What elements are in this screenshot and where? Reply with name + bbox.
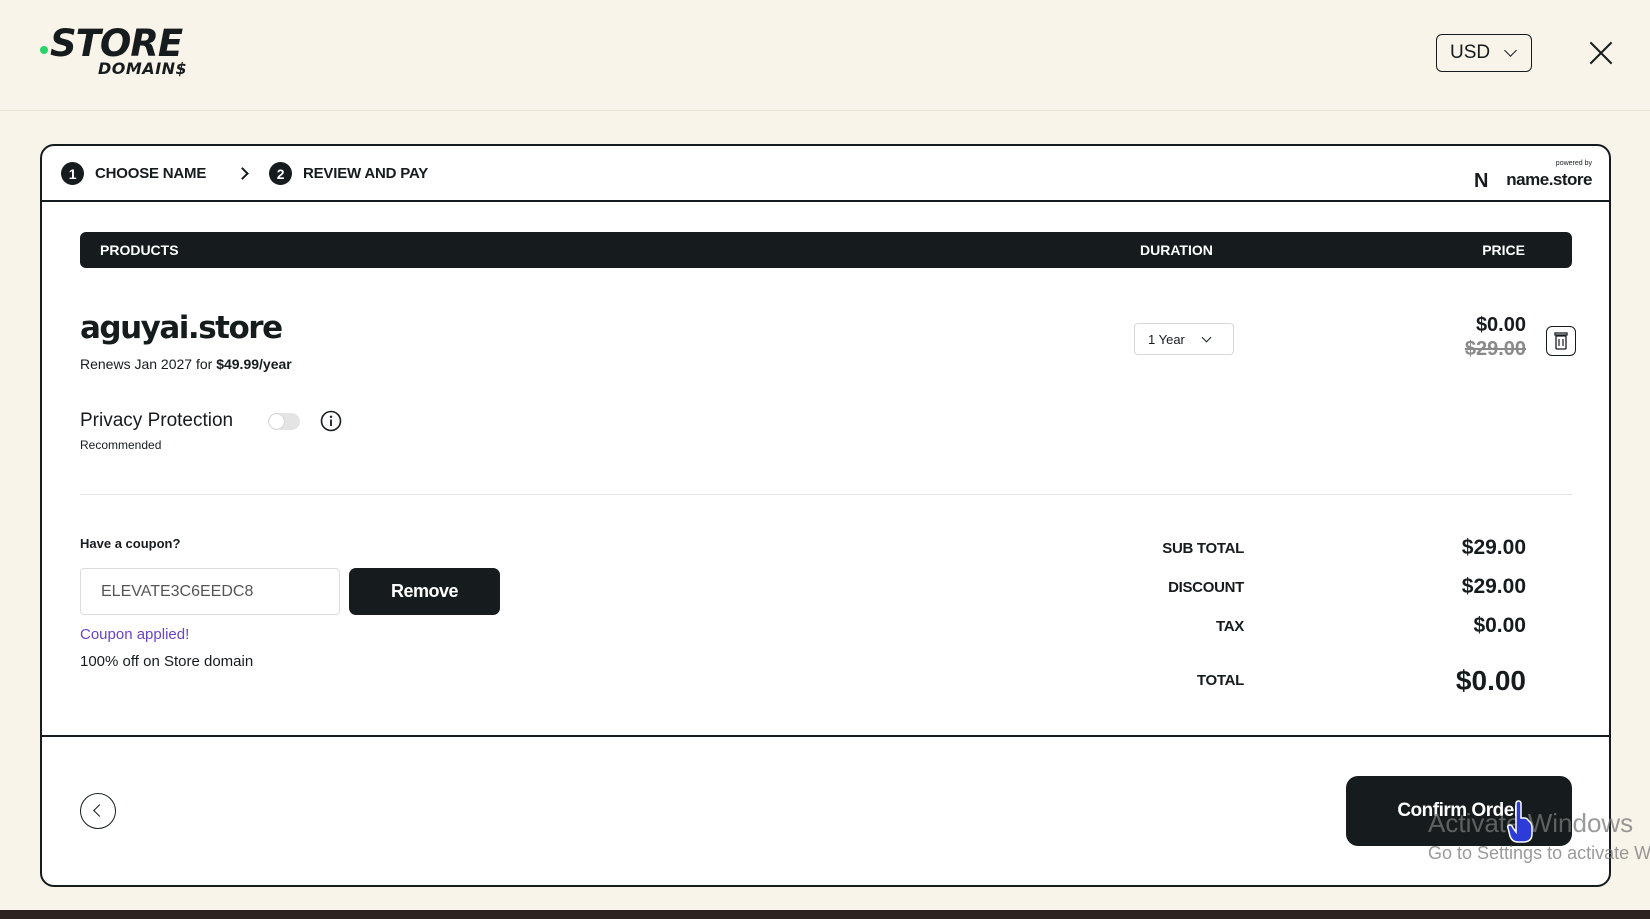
discount-value: $29.00: [1461, 575, 1526, 598]
delete-item-button[interactable]: [1546, 326, 1576, 356]
logo-text-domains: DOMAIN$: [98, 59, 188, 78]
chevron-down-icon: [1504, 44, 1517, 57]
currency-value: USD: [1450, 42, 1491, 63]
privacy-recommended-label: Recommended: [80, 438, 162, 452]
footer-divider: [42, 735, 1609, 737]
powered-by-namestore: powered by N name.store: [1462, 160, 1592, 192]
store-domains-logo[interactable]: STORE DOMAIN$: [38, 24, 228, 84]
step-number: 2: [269, 162, 292, 185]
step-progress-bar: 1 CHOOSE NAME 2 REVIEW AND PAY powered b…: [42, 146, 1609, 202]
duration-value: 1 Year: [1148, 331, 1185, 347]
renewal-price: $49.99/year: [216, 356, 292, 372]
privacy-protection-label: Privacy Protection: [80, 410, 234, 431]
toggle-knob: [269, 414, 284, 429]
price-original: $29.00: [1464, 338, 1526, 360]
total-label: TOTAL: [1196, 672, 1244, 689]
column-header-price: PRICE: [1482, 242, 1525, 258]
step-label: CHOOSE NAME: [95, 165, 207, 182]
taskbar-strip: [0, 910, 1650, 919]
renewal-prefix: Renews Jan 2027 for: [80, 356, 213, 372]
watermark-subtitle: Go to Settings to activate Windows.: [1428, 843, 1650, 863]
duration-select[interactable]: 1 Year: [1134, 323, 1234, 355]
coupon-description: 100% off on Store domain: [80, 653, 254, 670]
subtotal-label: SUB TOTAL: [1162, 540, 1244, 557]
total-value: $0.00: [1455, 665, 1526, 696]
renewal-info: Renews Jan 2027 for $49.99/year: [80, 356, 292, 372]
hand-cursor-icon: [1507, 800, 1533, 843]
info-icon[interactable]: [320, 410, 342, 432]
coupon-code-input[interactable]: [80, 568, 340, 615]
step-number: 1: [61, 162, 84, 185]
step-choose-name[interactable]: 1 CHOOSE NAME: [61, 162, 206, 185]
column-header-products: PRODUCTS: [100, 242, 179, 258]
logo-dot: [40, 46, 48, 54]
coupon-applied-message: Coupon applied!: [80, 626, 190, 643]
chevron-right-icon: [236, 167, 249, 180]
step-review-and-pay: 2 REVIEW AND PAY: [269, 162, 428, 185]
back-button[interactable]: [80, 793, 116, 829]
currency-select[interactable]: USD: [1436, 34, 1532, 72]
checkout-card: 1 CHOOSE NAME 2 REVIEW AND PAY powered b…: [40, 144, 1611, 887]
powered-by-label: powered by: [1555, 160, 1592, 167]
section-divider: [80, 494, 1572, 495]
column-header-duration: DURATION: [1140, 242, 1213, 258]
namestore-logo-icon: N: [1474, 170, 1489, 192]
price-current: $0.00: [1475, 314, 1526, 336]
close-icon[interactable]: [1588, 40, 1614, 66]
tax-label: TAX: [1216, 618, 1244, 635]
watermark-title: Activate Windows: [1428, 808, 1634, 838]
subtotal-value: $29.00: [1461, 536, 1526, 559]
step-label: REVIEW AND PAY: [303, 165, 429, 182]
products-table-header: PRODUCTS DURATION PRICE: [80, 232, 1572, 268]
top-header: STORE DOMAIN$ USD: [0, 0, 1650, 111]
remove-coupon-button[interactable]: Remove: [349, 568, 500, 615]
trash-icon: [1554, 332, 1568, 350]
discount-label: DISCOUNT: [1168, 579, 1244, 596]
tax-value: $0.00: [1473, 614, 1526, 637]
coupon-question: Have a coupon?: [80, 536, 181, 551]
windows-activation-watermark: Activate Windows Go to Settings to activ…: [1428, 808, 1650, 864]
domain-name: aguyai.store: [80, 310, 283, 346]
powered-by-brand: name.store: [1506, 170, 1592, 189]
chevron-down-icon: [1201, 332, 1212, 342]
logo-text-store: STORE: [50, 22, 183, 65]
privacy-protection-toggle[interactable]: [268, 413, 300, 430]
